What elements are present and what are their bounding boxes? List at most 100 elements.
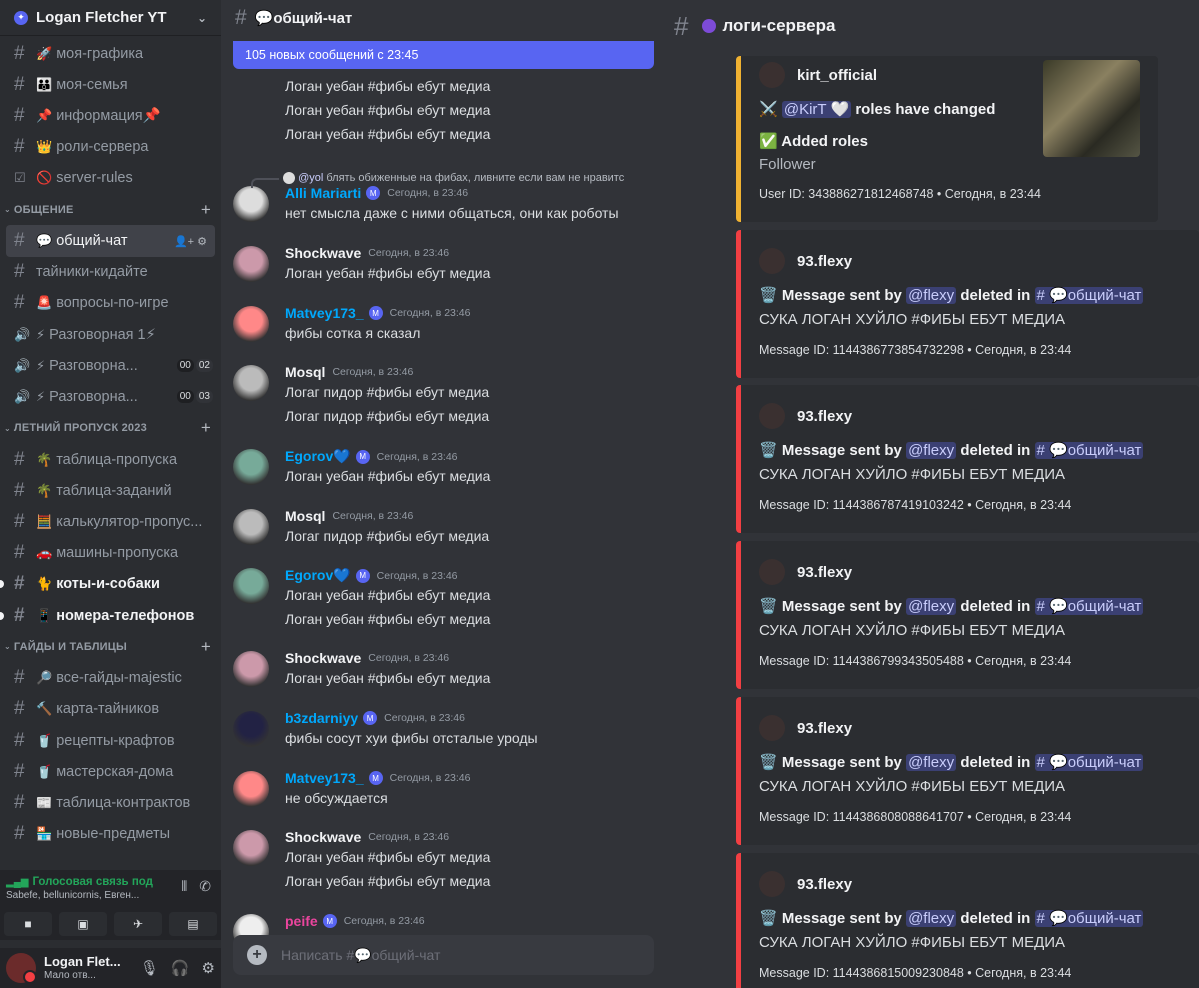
message-author[interactable]: Mosql xyxy=(285,364,325,380)
sidebar-channel[interactable]: # 💬 общий-чат 👤+ ⚙ xyxy=(6,225,215,257)
channel-mention[interactable]: # 💬общий-чат xyxy=(1034,910,1144,927)
server-header[interactable]: ✦ Logan Fletcher YT ⌄ xyxy=(0,0,221,36)
message-author[interactable]: Matvey173_ xyxy=(285,305,364,321)
user-mention[interactable]: @KirT 🤍 xyxy=(781,101,852,118)
avatar[interactable] xyxy=(233,568,269,604)
user-mention[interactable]: @flexy xyxy=(906,754,957,771)
microphone-icon[interactable]: 🎙 xyxy=(140,959,159,977)
reply-preview[interactable]: @yol блять обиженные на фибах, ливните е… xyxy=(283,172,624,185)
avatar[interactable] xyxy=(233,509,269,545)
channel-mention[interactable]: # 💬общий-чат xyxy=(1034,442,1144,459)
channel-mention[interactable]: # 💬общий-чат xyxy=(1034,598,1144,615)
sidebar-channel[interactable]: # 👑 роли-сервера xyxy=(0,132,221,163)
message-author[interactable]: Shockwave xyxy=(285,829,361,845)
channel-status-dot xyxy=(702,19,717,33)
embed-footer: Message ID: 1144386773854732298 • Сегодн… xyxy=(759,343,1072,357)
sidebar-channel[interactable]: # 🌴 таблица-пропуска xyxy=(0,444,221,475)
sidebar-channel[interactable]: # 📰 таблица-контрактов xyxy=(0,787,221,818)
avatar[interactable] xyxy=(233,186,269,222)
sidebar-channel[interactable]: ☑ 🚫 server-rules xyxy=(0,163,221,194)
noise-suppression-icon[interactable]: ⫴ xyxy=(181,878,187,895)
embed-thumbnail[interactable] xyxy=(1043,60,1140,157)
avatar[interactable] xyxy=(233,306,269,342)
avatar[interactable] xyxy=(6,953,37,984)
sidebar-channel[interactable]: 🔊 ⚡ Разговорная 1⚡ xyxy=(0,319,221,350)
gear-icon[interactable]: ⚙ xyxy=(202,959,215,977)
avatar[interactable] xyxy=(233,771,269,807)
deleted-prefix: 🗑️ Message sent by xyxy=(759,287,907,304)
message-line: Логан уебан #фибы ебут медиа xyxy=(285,468,491,484)
deleted-content: СУКА ЛОГАН ХУЙЛО #ФИБЫ ЕБУТ МЕДИА xyxy=(759,934,1066,951)
message-input[interactable]: + Написать #💬общий-чат xyxy=(233,935,654,975)
sidebar-channel[interactable]: # 📱 номера-телефонов xyxy=(0,600,221,631)
message-author[interactable]: Egorov💙 xyxy=(285,567,351,584)
message-line: фибы сотка я сказал xyxy=(285,325,421,341)
avatar[interactable] xyxy=(233,711,269,747)
sidebar-channel[interactable]: # 🥤 рецепты-крафтов xyxy=(0,725,221,756)
add-attachment-icon[interactable]: + xyxy=(247,945,267,965)
sidebar-channel[interactable]: # 📌 информация📌 xyxy=(0,100,221,131)
sidebar-channel[interactable]: # 🔎 все-гайды-majestic xyxy=(0,663,221,694)
add-channel-icon[interactable]: + xyxy=(201,200,211,220)
sidebar-channel[interactable]: # 🔨 карта-тайников xyxy=(0,694,221,725)
channel-settings-icon[interactable]: 👤+ ⚙ xyxy=(174,235,207,248)
sidebar-channel[interactable]: # 🏪 новые-предметы xyxy=(0,819,221,850)
hash-icon: # xyxy=(14,698,25,720)
category-header[interactable]: ⌄ ГАЙДЫ И ТАБЛИЦЫ + xyxy=(0,631,221,663)
sidebar-channel[interactable]: # тайники-кидайте xyxy=(0,257,221,288)
avatar[interactable] xyxy=(233,651,269,687)
reply-avatar xyxy=(283,172,295,185)
disconnect-icon[interactable]: ✆ xyxy=(199,878,211,895)
sidebar-channel[interactable]: 🔊 ⚡ Разговорна... 00 03 xyxy=(0,381,221,412)
embed-author-avatar xyxy=(759,871,785,897)
channel-label: рецепты-крафтов xyxy=(56,732,175,749)
user-mention[interactable]: @flexy xyxy=(906,598,957,615)
channel-label: общий-чат xyxy=(56,233,128,250)
role-badge-icon: M xyxy=(366,186,381,200)
avatar[interactable] xyxy=(233,449,269,485)
message-author[interactable]: Egorov💙 xyxy=(285,448,351,465)
message-author[interactable]: Mosql xyxy=(285,508,325,524)
sidebar-channel[interactable]: # 🚀 моя-графика xyxy=(0,38,221,69)
message-author[interactable]: peife xyxy=(285,913,318,929)
avatar[interactable] xyxy=(233,365,269,401)
sidebar-channel[interactable]: # 🌴 таблица-заданий xyxy=(0,475,221,506)
activity-button[interactable]: ✈ xyxy=(114,912,162,936)
category-header[interactable]: ⌄ ОБЩЕНИЕ + xyxy=(0,194,221,226)
channel-label: Разговорная 1⚡ xyxy=(49,326,156,343)
headphones-icon[interactable]: 🎧 xyxy=(171,959,190,977)
channel-mention[interactable]: # 💬общий-чат xyxy=(1034,287,1144,304)
channel-mention[interactable]: # 💬общий-чат xyxy=(1034,754,1144,771)
voice-user-count: 00 02 xyxy=(176,359,213,373)
role-name: Follower xyxy=(759,156,816,173)
new-messages-banner[interactable]: 105 новых сообщений с 23:45 xyxy=(233,41,654,69)
sidebar-channel[interactable]: # 🚨 вопросы-по-игре xyxy=(0,288,221,319)
sidebar-channel[interactable]: # 🐈 коты-и-собаки xyxy=(0,569,221,600)
channel-emoji: 👪 xyxy=(36,76,53,92)
avatar[interactable] xyxy=(233,246,269,282)
sidebar-channel[interactable]: # 👪 моя-семья xyxy=(0,69,221,100)
camera-button[interactable]: ■ xyxy=(4,912,52,936)
hash-icon: # xyxy=(674,10,689,41)
message-author[interactable]: Alli Mariarti xyxy=(285,185,361,201)
deleted-message-embed: 93.flexy 🗑️ Message sent by @flexy delete… xyxy=(736,230,1199,378)
message-author[interactable]: b3zdarniyy xyxy=(285,710,358,726)
category-header[interactable]: ⌄ ЛЕТНИЙ ПРОПУСК 2023 + xyxy=(0,413,221,445)
user-panel: Logan Flet... Мало отв... 🎙 🎧 ⚙ xyxy=(0,948,221,988)
screen-share-button[interactable]: ▣ xyxy=(59,912,107,936)
sidebar-channel[interactable]: # 🚗 машины-пропуска xyxy=(0,538,221,569)
message-author[interactable]: Shockwave xyxy=(285,650,361,666)
message-author[interactable]: Shockwave xyxy=(285,245,361,261)
user-mention[interactable]: @flexy xyxy=(906,910,957,927)
user-mention[interactable]: @flexy xyxy=(906,287,957,304)
add-channel-icon[interactable]: + xyxy=(201,418,211,438)
sidebar-channel[interactable]: 🔊 ⚡ Разговорна... 00 02 xyxy=(0,350,221,381)
sidebar-channel[interactable]: # 🧮 калькулятор-пропус... xyxy=(0,506,221,537)
avatar[interactable] xyxy=(233,830,269,866)
message-author[interactable]: Matvey173_ xyxy=(285,770,364,786)
sidebar-channel[interactable]: # 🥤 мастерская-дома xyxy=(0,756,221,787)
message-timestamp: Сегодня, в 23:46 xyxy=(368,831,450,843)
soundboard-button[interactable]: ▤ xyxy=(169,912,217,936)
add-channel-icon[interactable]: + xyxy=(201,637,211,657)
user-mention[interactable]: @flexy xyxy=(906,442,957,459)
